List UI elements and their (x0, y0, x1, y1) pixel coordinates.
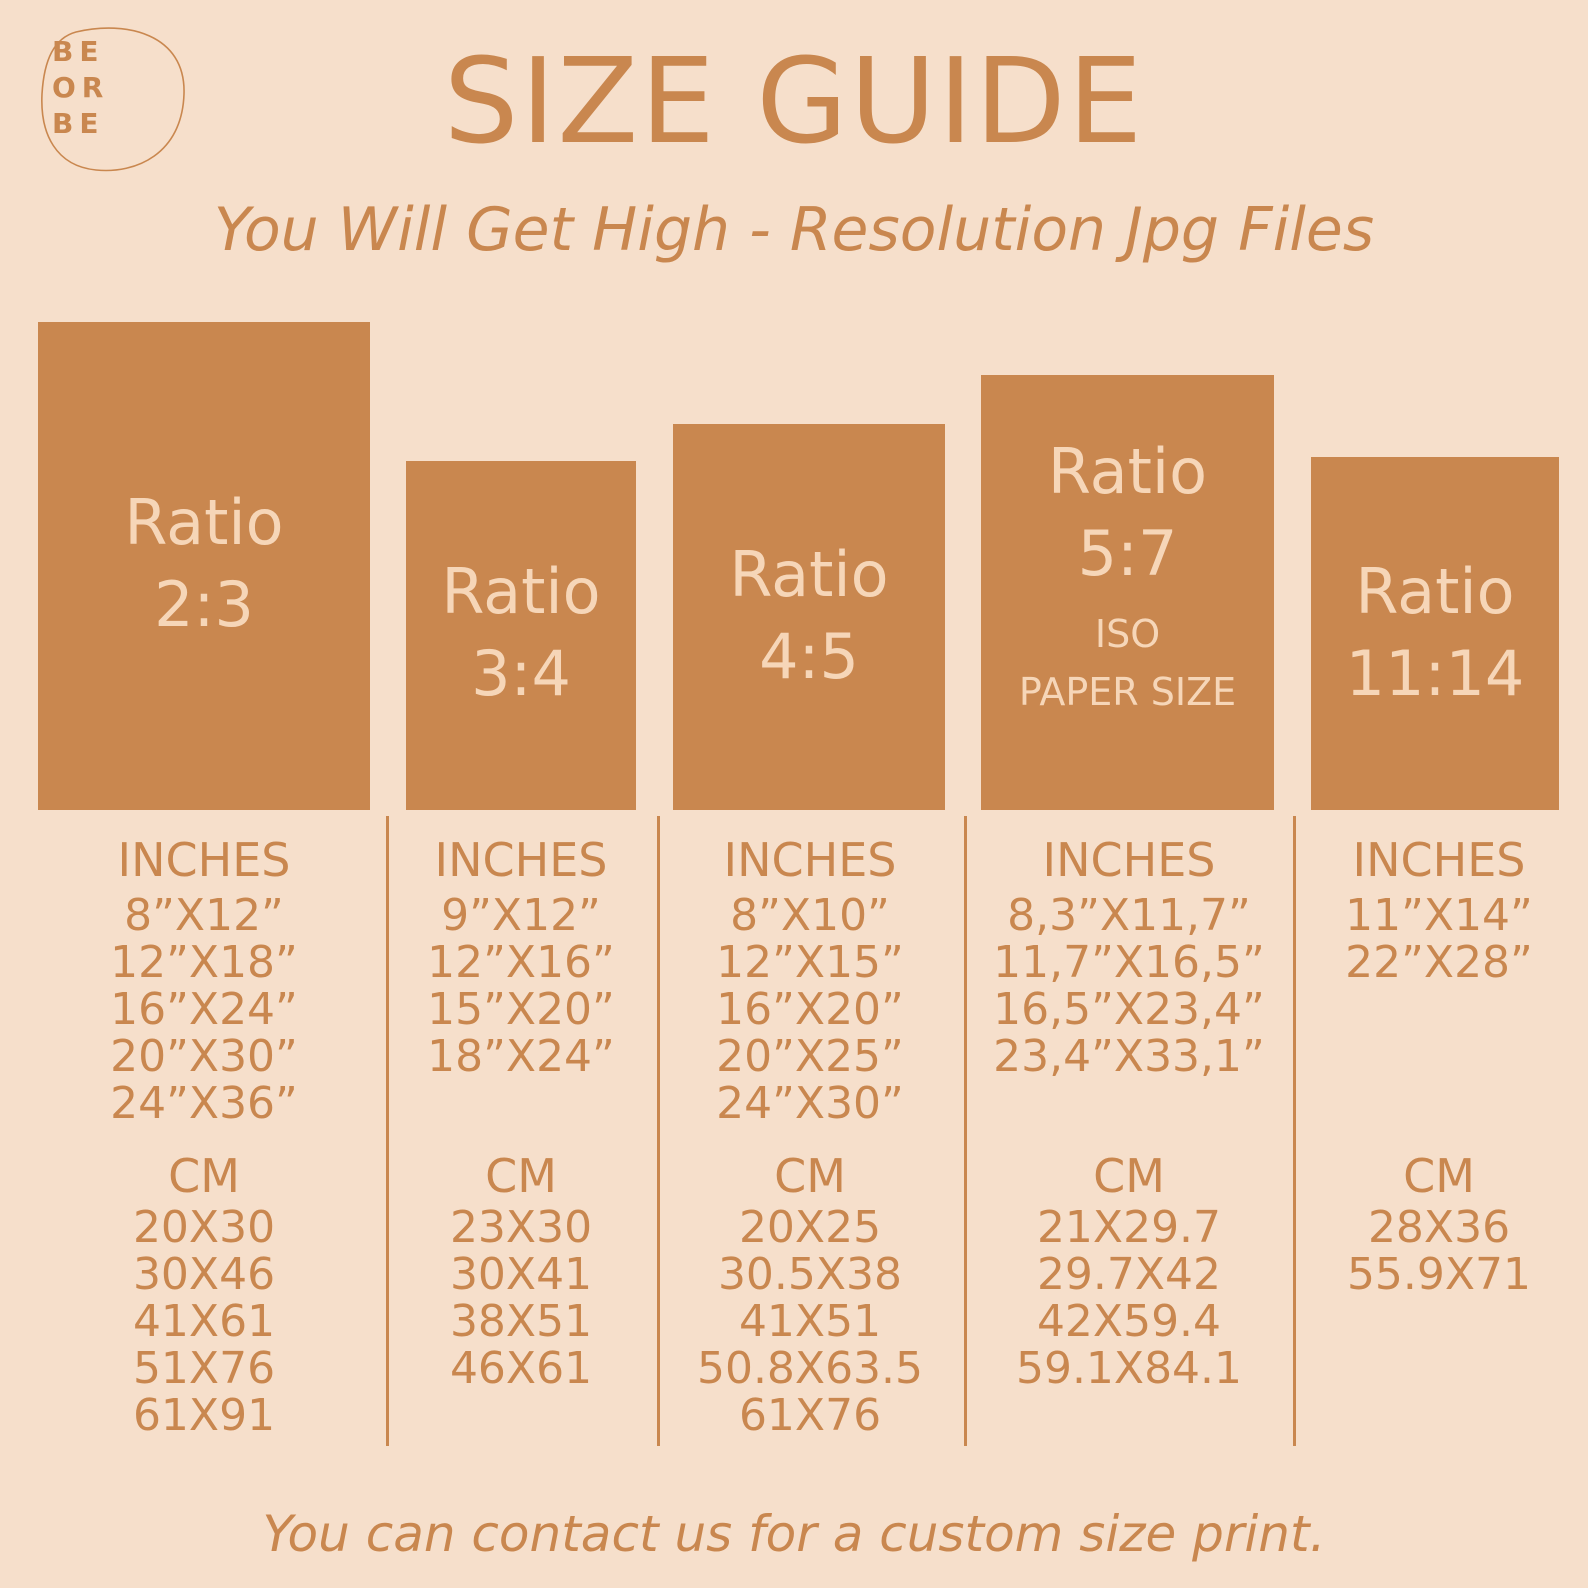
footer-note: You can contact us for a custom size pri… (262, 1505, 1326, 1563)
inches-size: 18”X24” (427, 1031, 615, 1082)
inches-size: 24”X36” (110, 1078, 298, 1129)
inches-size: 8”X12” (124, 890, 284, 941)
cm-heading: CM (168, 1149, 240, 1203)
cm-size: 61X91 (132, 1390, 276, 1441)
cm-size: 41X61 (132, 1296, 276, 1347)
size-column-3-4: INCHES 9”X12” 12”X16” 15”X20” 18”X24” CM… (391, 832, 651, 1392)
cm-size: 28X36 (1367, 1202, 1511, 1253)
page-subtitle: You Will Get High - Resolution Jpg Files (213, 195, 1375, 265)
inches-size: 12”X15” (716, 937, 904, 988)
ratio-label: Ratio (441, 555, 601, 628)
inches-list: 11”X14” 22”X28” (1298, 892, 1580, 986)
size-column-11-14: INCHES 11”X14” 22”X28” CM 28X36 55.9X71 (1298, 832, 1580, 1298)
cm-size: 21X29.7 (1036, 1202, 1222, 1253)
inches-heading: INCHES (117, 833, 291, 887)
inches-list: 8”X10” 12”X15” 16”X20” 20”X25” 24”X30” (662, 892, 958, 1127)
cm-size: 30X46 (132, 1249, 276, 1300)
column-divider (657, 816, 660, 1446)
inches-size: 8,3”X11,7” (1007, 890, 1251, 941)
inches-size: 12”X16” (427, 937, 615, 988)
ratio-box-3-4: Ratio 3:4 (406, 461, 636, 810)
cm-size: 61X76 (738, 1390, 882, 1441)
ratio-box-11-14: Ratio 11:14 (1311, 457, 1559, 810)
inches-size: 24”X30” (716, 1078, 904, 1129)
inches-size: 20”X25” (716, 1031, 904, 1082)
cm-size: 50.8X63.5 (696, 1343, 924, 1394)
ratio-box-4-5: Ratio 4:5 (673, 424, 945, 810)
cm-list: 28X36 55.9X71 (1298, 1204, 1580, 1298)
inches-size: 8”X10” (730, 890, 890, 941)
ratio-value: 11:14 (1345, 637, 1525, 710)
cm-list: 20X25 30.5X38 41X51 50.8X63.5 61X76 (662, 1204, 958, 1439)
inches-list: 9”X12” 12”X16” 15”X20” 18”X24” (391, 892, 651, 1080)
cm-list: 21X29.7 29.7X42 42X59.4 59.1X84.1 (969, 1204, 1289, 1392)
ratio-value: 5:7 (1077, 517, 1178, 590)
inches-list: 8,3”X11,7” 11,7”X16,5” 16,5”X23,4” 23,4”… (969, 892, 1289, 1080)
size-column-5-7: INCHES 8,3”X11,7” 11,7”X16,5” 16,5”X23,4… (969, 832, 1289, 1392)
cm-size: 46X61 (449, 1343, 593, 1394)
cm-size: 38X51 (449, 1296, 593, 1347)
cm-size: 55.9X71 (1346, 1249, 1532, 1300)
inches-size: 11,7”X16,5” (993, 937, 1265, 988)
ratio-label: Ratio (124, 486, 284, 559)
inches-size: 11”X14” (1345, 890, 1533, 941)
cm-heading: CM (1403, 1149, 1475, 1203)
paper-size-label: PAPER SIZE (1018, 670, 1237, 714)
cm-heading: CM (774, 1149, 846, 1203)
inches-size: 23,4”X33,1” (993, 1031, 1265, 1082)
inches-heading: INCHES (1042, 833, 1216, 887)
cm-size: 23X30 (449, 1202, 593, 1253)
cm-size: 20X25 (738, 1202, 882, 1253)
size-column-2-3: INCHES 8”X12” 12”X18” 16”X24” 20”X30” 24… (38, 832, 370, 1439)
column-divider (964, 816, 967, 1446)
cm-size: 41X51 (738, 1296, 882, 1347)
inches-size: 16,5”X23,4” (993, 984, 1265, 1035)
inches-size: 16”X20” (716, 984, 904, 1035)
column-divider (1293, 816, 1296, 1446)
cm-size: 42X59.4 (1036, 1296, 1222, 1347)
inches-heading: INCHES (723, 833, 897, 887)
cm-size: 51X76 (132, 1343, 276, 1394)
inches-size: 9”X12” (441, 890, 601, 941)
page-title: SIZE GUIDE (443, 32, 1145, 170)
ratio-label: Ratio (1047, 435, 1208, 508)
inches-size: 20”X30” (110, 1031, 298, 1082)
ratio-value: 2:3 (154, 568, 254, 641)
inches-size: 15”X20” (427, 984, 615, 1035)
ratio-box-2-3: Ratio 2:3 (38, 322, 370, 810)
cm-size: 30.5X38 (717, 1249, 903, 1300)
cm-list: 23X30 30X41 38X51 46X61 (391, 1204, 651, 1392)
cm-heading: CM (485, 1149, 557, 1203)
ratio-value: 4:5 (759, 620, 859, 693)
cm-size: 20X30 (132, 1202, 276, 1253)
inches-list: 8”X12” 12”X18” 16”X24” 20”X30” 24”X36” (38, 892, 370, 1127)
ratio-label: Ratio (1355, 555, 1515, 628)
inches-heading: INCHES (434, 833, 608, 887)
inches-size: 22”X28” (1345, 937, 1533, 988)
cm-size: 59.1X84.1 (1015, 1343, 1243, 1394)
cm-heading: CM (1093, 1149, 1165, 1203)
ratio-value: 3:4 (471, 637, 571, 710)
ratio-label: Ratio (729, 538, 889, 611)
iso-label: ISO (1094, 612, 1161, 656)
cm-size: 30X41 (449, 1249, 593, 1300)
inches-size: 12”X18” (110, 937, 298, 988)
inches-size: 16”X24” (110, 984, 298, 1035)
ratio-box-5-7: Ratio 5:7 ISO PAPER SIZE (981, 375, 1274, 810)
cm-size: 29.7X42 (1036, 1249, 1222, 1300)
size-column-4-5: INCHES 8”X10” 12”X15” 16”X20” 20”X25” 24… (662, 832, 958, 1439)
inches-heading: INCHES (1352, 833, 1526, 887)
column-divider (386, 816, 389, 1446)
cm-list: 20X30 30X46 41X61 51X76 61X91 (38, 1204, 370, 1439)
